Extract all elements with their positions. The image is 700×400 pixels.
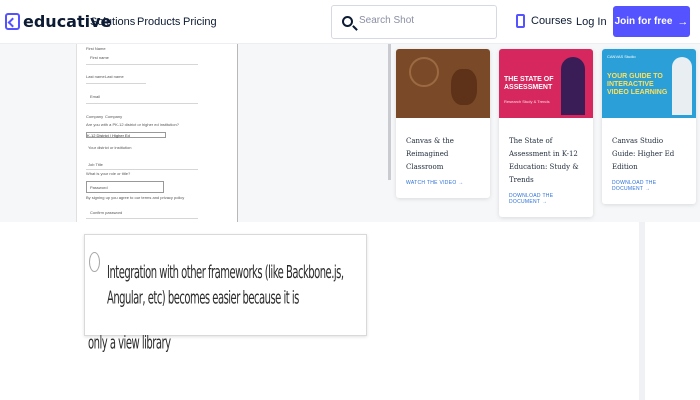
mobile-icon <box>516 14 525 28</box>
form-question: What is your role or title? <box>86 171 131 176</box>
resource-card[interactable]: CANVAS Studio YOUR GUIDE TO INTERACTIVE … <box>602 49 696 204</box>
field-underline <box>86 103 198 104</box>
login-link[interactable]: Log In <box>576 16 607 28</box>
join-label: Join for free <box>614 16 673 27</box>
form-label: First Name <box>86 46 106 51</box>
quiz-option-text: Integration with other frameworks (like … <box>107 263 344 309</box>
card-title[interactable]: Canvas & the Reimagined Classroom <box>396 118 490 174</box>
card-image-person <box>672 57 692 115</box>
resource-card[interactable]: Canvas & the Reimagined Classroom WATCH … <box>396 49 490 198</box>
signup-form-panel: First Name First name Last name Last nam… <box>76 44 238 222</box>
search-icon <box>342 16 353 27</box>
card-title[interactable]: Canvas Studio Guide: Higher Ed Edition <box>602 118 696 174</box>
radio-button[interactable] <box>89 252 100 272</box>
card-image-title: YOUR GUIDE TO INTERACTIVE VIDEO LEARNING <box>607 73 668 96</box>
card-image <box>396 49 490 118</box>
form-field[interactable]: Last name <box>86 74 105 79</box>
card-image-shape <box>409 57 439 87</box>
form-field[interactable]: Email <box>90 94 100 99</box>
card-image-title: THE STATE OF ASSESSMENT <box>504 76 554 91</box>
nav-solutions[interactable]: Solutions <box>90 16 135 28</box>
card-image-shape <box>451 69 477 105</box>
card-image-subtitle: Research Study & Trends <box>504 99 550 104</box>
form-field[interactable]: Job Title <box>88 162 103 167</box>
quiz-option-text-continued: only a view library <box>88 334 171 354</box>
page-edge <box>639 222 645 400</box>
card-image-brand: CANVAS Studio <box>607 54 636 59</box>
join-for-free-button[interactable]: Join for free → <box>613 6 690 37</box>
form-label: Your district or institution <box>88 145 132 150</box>
courses-link[interactable]: Courses <box>516 14 572 28</box>
form-notice: By signing up you agree to our terms and… <box>86 195 185 200</box>
top-navbar: educative Solutions Products Pricing Cou… <box>0 0 700 44</box>
field-underline <box>86 218 198 219</box>
form-field[interactable]: Confirm password <box>90 210 122 215</box>
form-field[interactable]: Last name <box>105 74 124 79</box>
form-question: Are you with a PK-12 district or higher … <box>86 122 179 127</box>
institution-select[interactable]: K-12 District / Higher Ed <box>86 132 166 138</box>
form-field[interactable]: First name <box>90 55 109 60</box>
scrollbar[interactable] <box>388 44 391 180</box>
card-image: CANVAS Studio YOUR GUIDE TO INTERACTIVE … <box>602 49 696 118</box>
form-field[interactable]: Company <box>105 114 122 119</box>
resource-card[interactable]: THE STATE OF ASSESSMENT Research Study &… <box>499 49 593 217</box>
search-input[interactable] <box>359 15 489 26</box>
card-image: THE STATE OF ASSESSMENT Research Study &… <box>499 49 593 118</box>
password-label: Password <box>90 185 108 190</box>
field-underline <box>86 169 198 170</box>
card-image-person <box>561 57 585 115</box>
arrow-right-icon: → <box>677 15 689 28</box>
educative-logo-icon <box>5 13 20 30</box>
search-box[interactable] <box>331 5 497 39</box>
field-underline <box>86 64 198 65</box>
form-label: Company <box>86 114 104 119</box>
card-title[interactable]: The State of Assessment in K-12 Educatio… <box>499 118 593 187</box>
courses-label: Courses <box>531 15 572 27</box>
field-underline <box>86 83 146 84</box>
nav-products[interactable]: Products <box>137 16 180 28</box>
nav-pricing[interactable]: Pricing <box>183 16 217 28</box>
card-link[interactable]: WATCH THE VIDEO → <box>396 174 490 198</box>
card-link[interactable]: DOWNLOAD THE DOCUMENT → <box>499 187 593 217</box>
card-link[interactable]: DOWNLOAD THE DOCUMENT → <box>602 174 696 204</box>
